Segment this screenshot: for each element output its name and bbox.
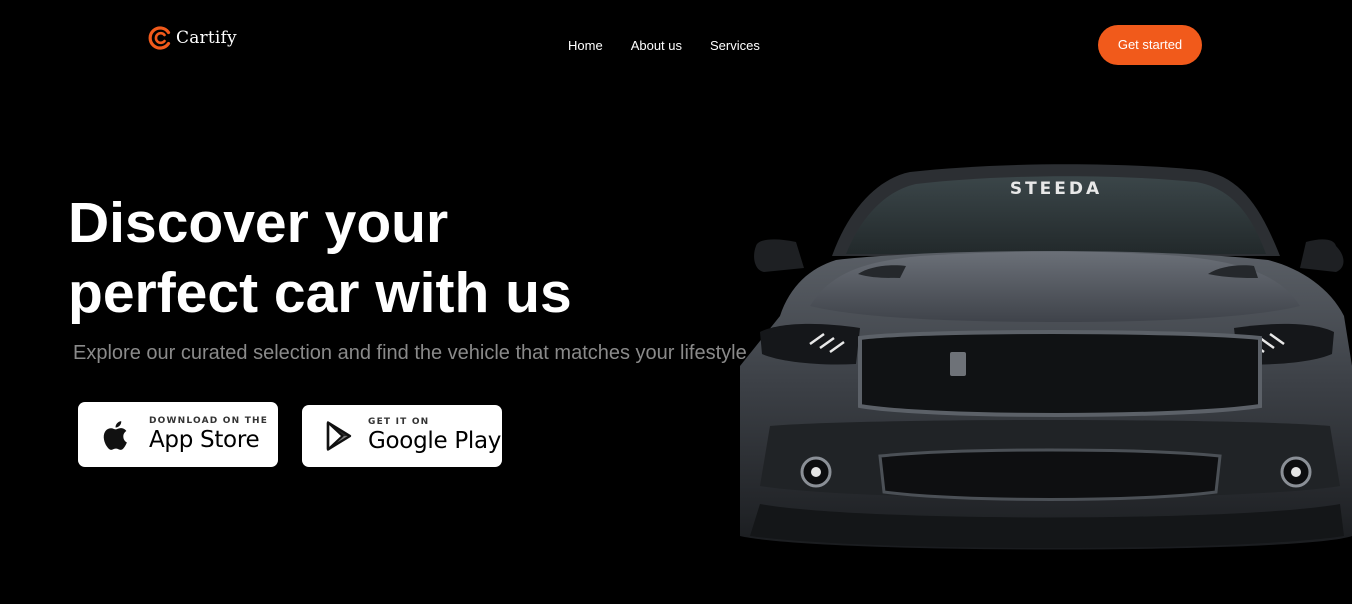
brand-name: Cartify	[176, 28, 237, 48]
app-store-text: DOWNLOAD ON THE App Store	[149, 416, 268, 454]
nav-about-us[interactable]: About us	[631, 38, 682, 53]
brand-logo[interactable]: Cartify	[148, 26, 237, 50]
app-store-label: App Store	[149, 426, 260, 453]
google-play-small-label: GET IT ON	[368, 417, 430, 427]
main-nav: Home About us Services	[568, 38, 788, 53]
page: Cartify Home About us Services Get start…	[0, 0, 1352, 604]
windshield-text: STEEDA	[1010, 179, 1102, 199]
app-store-badge[interactable]: DOWNLOAD ON THE App Store	[78, 402, 278, 467]
nav-home[interactable]: Home	[568, 38, 603, 53]
hero-car-image: STEEDA	[740, 164, 1352, 550]
google-play-label: Google Play	[368, 428, 502, 454]
app-store-small-label: DOWNLOAD ON THE	[149, 415, 269, 426]
hero-title-line-1: Discover your	[68, 191, 449, 255]
nav-services[interactable]: Services	[710, 38, 760, 53]
hero-subtitle: Explore our curated selection and find t…	[73, 342, 747, 364]
cartify-logo-icon	[148, 26, 171, 50]
google-play-badge[interactable]: GET IT ON Google Play	[302, 405, 502, 467]
get-started-button[interactable]: Get started	[1098, 25, 1202, 65]
play-icon	[326, 421, 352, 451]
apple-icon	[103, 420, 127, 450]
hero-title: Discover your perfect car with us	[68, 188, 688, 328]
grille-emblem	[950, 352, 966, 376]
google-play-text: GET IT ON Google Play	[368, 417, 501, 455]
hero-title-line-2: perfect car with us	[68, 261, 572, 325]
